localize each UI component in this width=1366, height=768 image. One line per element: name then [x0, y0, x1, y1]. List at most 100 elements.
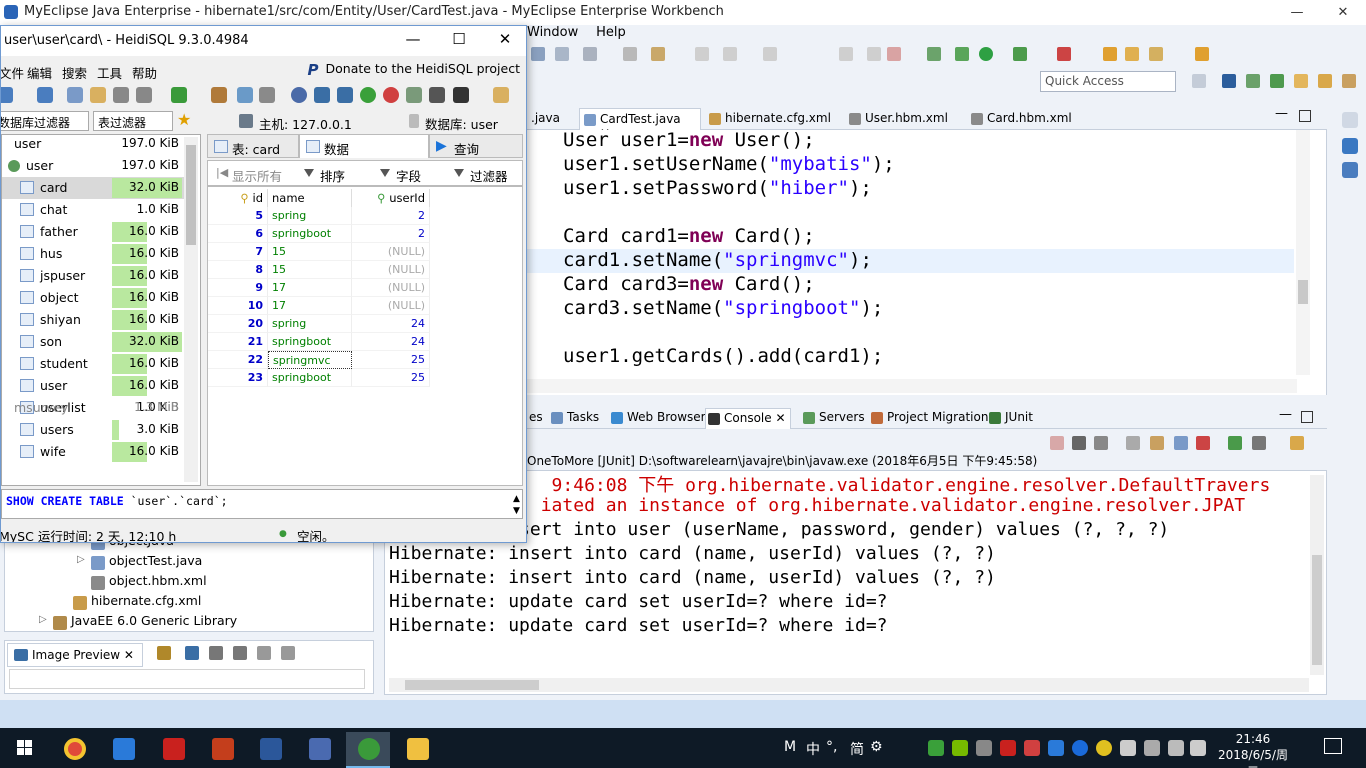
maximize-console-icon[interactable]: [1301, 411, 1313, 423]
table-item-card[interactable]: card 32.0 KiB: [2, 177, 184, 199]
cell-id[interactable]: 6: [208, 225, 268, 243]
table-row[interactable]: 5 spring 2: [208, 207, 430, 225]
scroll-lock-icon[interactable]: [1150, 436, 1164, 450]
start-button[interactable]: [0, 728, 48, 768]
table-item-object[interactable]: object 16.0 KiB: [2, 287, 184, 309]
info-icon[interactable]: [291, 87, 307, 103]
insert-row-icon[interactable]: [360, 87, 376, 103]
heidisql-close-button[interactable]: ✕: [485, 30, 525, 54]
cell-userid[interactable]: 24: [352, 315, 430, 333]
k-app-icon[interactable]: [1072, 740, 1088, 756]
zoom-in-icon[interactable]: [233, 646, 247, 660]
minimize-console-icon[interactable]: —: [1279, 407, 1292, 422]
java-perspective-icon[interactable]: [1222, 74, 1236, 88]
tree-scrollbar[interactable]: [184, 137, 198, 482]
mute-icon[interactable]: [1144, 740, 1160, 756]
taskbar-heidisql[interactable]: [346, 732, 390, 768]
outline-icon[interactable]: [1342, 138, 1358, 154]
editor-tab-card-hbm[interactable]: Card.hbm.xml: [967, 108, 1078, 130]
maximize-editor-icon[interactable]: [1299, 110, 1311, 122]
tree-db-user[interactable]: user 197.0 KiB: [2, 155, 184, 177]
import-icon[interactable]: [259, 87, 275, 103]
delete-row-icon[interactable]: [383, 87, 399, 103]
table-item-father[interactable]: father 16.0 KiB: [2, 221, 184, 243]
debug-perspective-icon[interactable]: [1246, 74, 1260, 88]
show-all-button[interactable]: |◀ 显示所有: [216, 166, 282, 185]
scroll-thumb[interactable]: [186, 145, 196, 245]
taskbar-people[interactable]: [101, 732, 145, 768]
open-console-icon[interactable]: [1290, 436, 1304, 450]
code-editor[interactable]: User user1=new User(); user1.setUserName(…: [527, 130, 1327, 395]
favorites-star-icon[interactable]: ★: [177, 110, 191, 129]
cell-id[interactable]: 21: [208, 333, 268, 351]
fit-icon[interactable]: [185, 646, 199, 660]
user-manager-icon[interactable]: [211, 87, 227, 103]
taskbar-myeclipse[interactable]: [297, 732, 341, 768]
scroll-thumb[interactable]: [405, 680, 539, 690]
cell-userid[interactable]: 2: [352, 207, 430, 225]
last-record-icon[interactable]: [337, 87, 353, 103]
close-tab-icon[interactable]: ✕: [775, 411, 785, 425]
undo-icon[interactable]: [113, 87, 129, 103]
table-item-user[interactable]: user 16.0 KiB: [2, 375, 184, 397]
editor-horizontal-scrollbar[interactable]: [527, 379, 1297, 393]
acrobat-tray-icon[interactable]: [1000, 740, 1016, 756]
nvidia-icon[interactable]: [952, 740, 968, 756]
show-stderr-icon[interactable]: [1196, 436, 1210, 450]
tab-servers[interactable]: Servers: [801, 408, 869, 429]
taskbar-acrobat[interactable]: [151, 732, 195, 768]
first-record-icon[interactable]: [314, 87, 330, 103]
column-header-id[interactable]: ⚲ id: [208, 189, 268, 207]
editor-tab-cardtest[interactable]: CardTest.java ✕: [579, 108, 701, 140]
post-icon[interactable]: [406, 87, 422, 103]
cell-name[interactable]: 17: [268, 297, 352, 315]
bluetooth-icon[interactable]: [1048, 740, 1064, 756]
filter-button[interactable]: 过滤器: [454, 166, 508, 185]
refresh-icon[interactable]: [171, 87, 187, 103]
actual-size-icon[interactable]: [257, 646, 271, 660]
cell-name[interactable]: 17: [268, 279, 352, 297]
git-perspective-icon[interactable]: [1318, 74, 1332, 88]
menu-file[interactable]: 文件: [1, 63, 24, 82]
cell-name[interactable]: spring: [268, 315, 352, 333]
table-row[interactable]: 7 15 (NULL): [208, 243, 430, 261]
plus-app-icon[interactable]: [1096, 740, 1112, 756]
step-icon[interactable]: [763, 47, 777, 61]
cell-name[interactable]: 15: [268, 243, 352, 261]
table-row[interactable]: 22 springmvc 25: [208, 351, 430, 369]
taskbar-powerpoint[interactable]: [200, 732, 244, 768]
table-item-wife[interactable]: wife 16.0 KiB: [2, 441, 184, 463]
data-grid[interactable]: ⚲ id name ⚲ userId 5 spring 2 6 springboot 2 7…: [207, 186, 523, 486]
cell-userid[interactable]: (NULL): [352, 279, 430, 297]
disconnect-icon[interactable]: [37, 87, 53, 103]
build-icon[interactable]: [555, 47, 569, 61]
heidisql-minimize-button[interactable]: —: [393, 30, 433, 54]
skip-icon[interactable]: [839, 47, 853, 61]
link-icon[interactable]: [157, 646, 171, 660]
close-button[interactable]: ✕: [1320, 0, 1366, 25]
quick-access-input[interactable]: Quick Access: [1040, 71, 1176, 92]
table-item-student[interactable]: student 16.0 KiB: [2, 353, 184, 375]
console-vertical-scrollbar[interactable]: [1310, 475, 1324, 675]
wand-icon[interactable]: [623, 47, 637, 61]
cell-id[interactable]: 7: [208, 243, 268, 261]
pin-console-icon[interactable]: [1228, 436, 1242, 450]
zoom-out-icon[interactable]: [209, 646, 223, 660]
table-row[interactable]: 9 17 (NULL): [208, 279, 430, 297]
run-icon[interactable]: [979, 47, 993, 61]
expand-arrow-icon[interactable]: ▷: [77, 554, 85, 565]
cloud-icon[interactable]: [1024, 740, 1040, 756]
show-stdout-icon[interactable]: [1174, 436, 1188, 450]
column-header-name[interactable]: name: [268, 189, 352, 207]
bug-perspective-icon[interactable]: [1270, 74, 1284, 88]
run-config-icon[interactable]: [1013, 47, 1027, 61]
cell-id[interactable]: 9: [208, 279, 268, 297]
undo-icon[interactable]: [723, 47, 737, 61]
cell-name[interactable]: springboot: [268, 333, 352, 351]
volume-icon[interactable]: [1190, 740, 1206, 756]
cell-userid[interactable]: 25: [352, 369, 430, 387]
connect-icon[interactable]: [1, 87, 13, 103]
database-filter-input[interactable]: 数据库过滤器: [1, 111, 89, 131]
editor-tab-java[interactable]: .java: [527, 108, 566, 130]
ime-simplified[interactable]: 简: [850, 739, 864, 759]
